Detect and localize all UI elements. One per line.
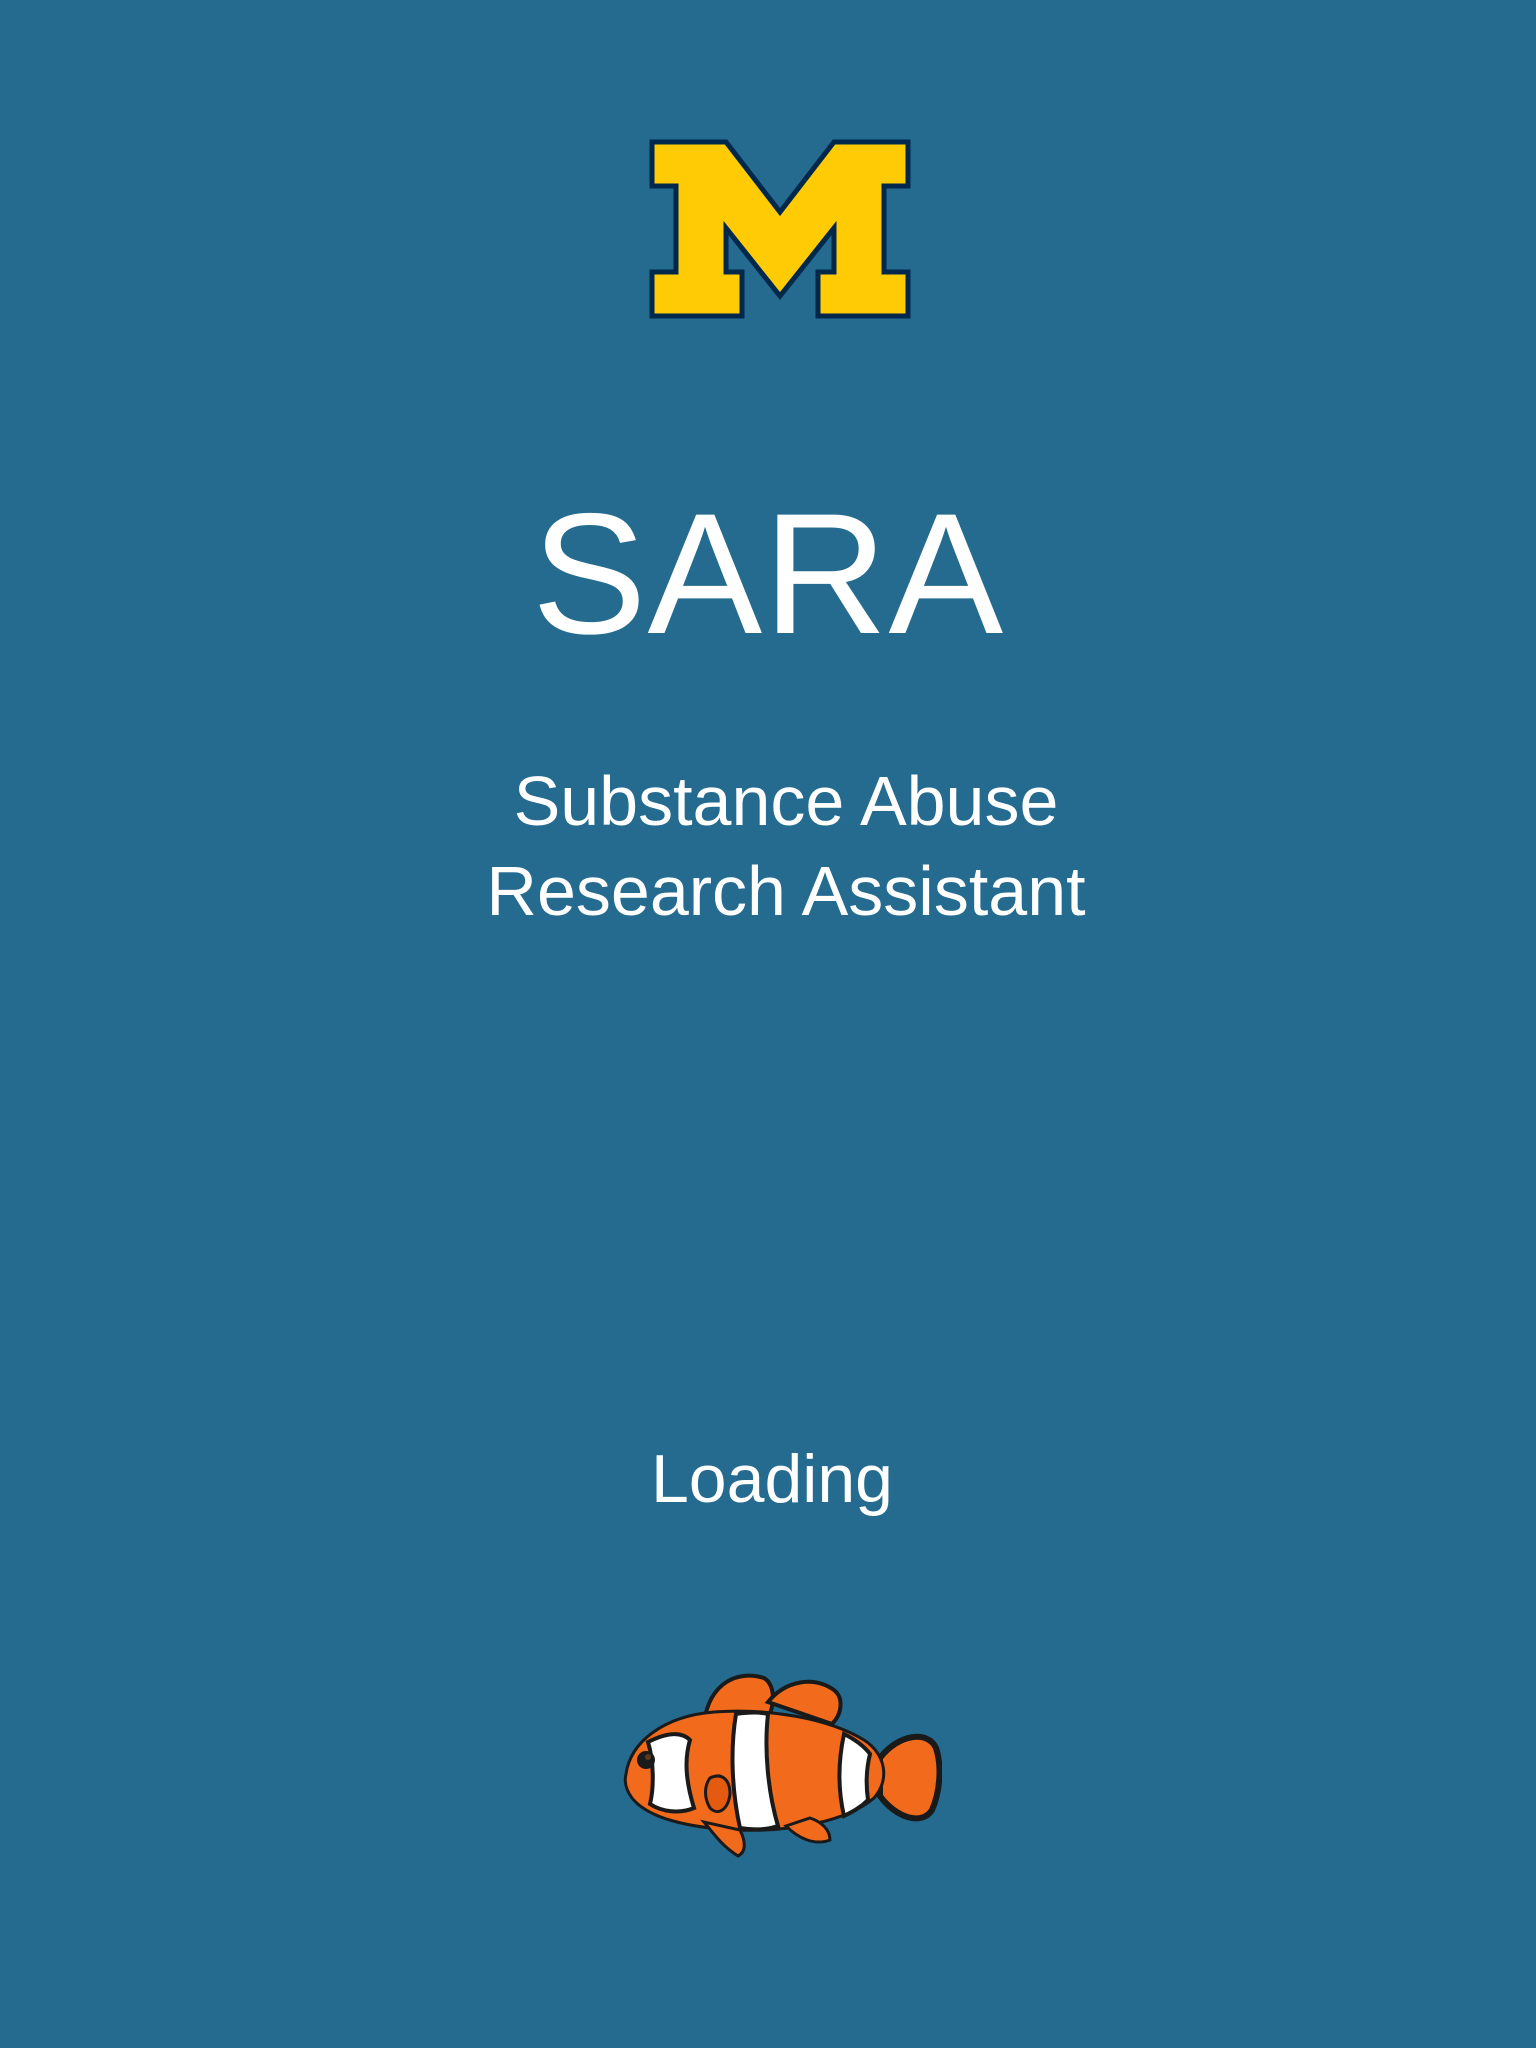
app-subtitle: Substance Abuse Research Assistant	[0, 756, 1536, 936]
clownfish-icon	[618, 1662, 942, 1860]
splash-screen: SARA Substance Abuse Research Assistant …	[0, 0, 1536, 2048]
app-title: SARA	[531, 478, 1005, 670]
loading-status: Loading	[650, 1441, 894, 1517]
subtitle-line-1: Substance Abuse	[513, 762, 1059, 840]
subtitle-line-2: Research Assistant	[486, 852, 1086, 930]
block-m-logo-icon	[648, 138, 912, 320]
